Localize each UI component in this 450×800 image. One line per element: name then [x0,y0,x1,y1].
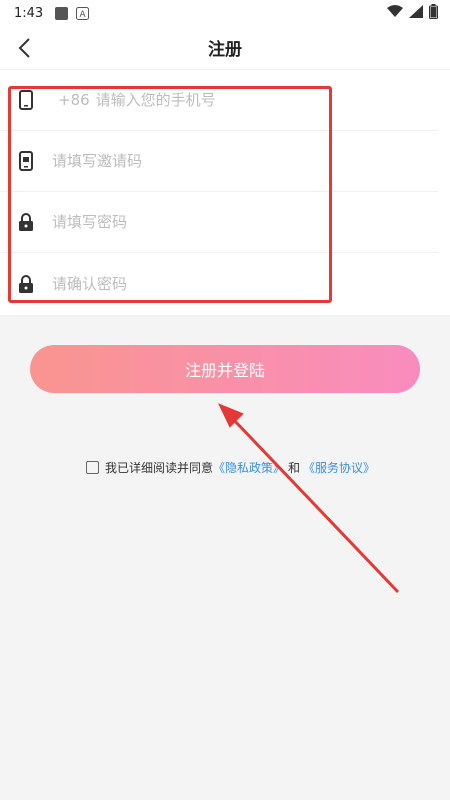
status-time: 1:43 [14,5,44,21]
agreement-row: 我已详细阅读并同意 《隐私政策》 和 《服务协议》 [86,459,375,476]
phone-input[interactable] [95,91,396,109]
confirm-password-input[interactable] [52,274,352,293]
back-button[interactable] [10,34,38,62]
register-login-button[interactable]: 注册并登陆 [30,345,420,393]
phone-row: +86 [0,70,438,131]
invite-code-icon [16,151,36,171]
notification-a-icon: A [76,6,90,20]
phone-icon [16,90,36,110]
chevron-left-icon [18,38,30,58]
wifi-icon [387,4,403,22]
agreement-and: 和 [288,461,301,475]
svg-text:A: A [80,10,87,20]
privacy-policy-link[interactable]: 《隐私政策》 [213,459,285,476]
password-row [0,192,438,253]
invite-code-row [0,131,438,192]
phone-country-code[interactable]: +86 [58,91,90,109]
agreement-text: 我已详细阅读并同意 [105,461,214,475]
service-agreement-link[interactable]: 《服务协议》 [303,459,375,476]
invite-code-input[interactable] [52,152,352,170]
status-right [387,3,438,23]
page-title: 注册 [208,40,242,60]
status-bar: 1:43 A [0,0,450,26]
lock-icon [16,212,36,232]
notification-square-icon [55,6,69,20]
lock-icon [16,274,36,294]
password-input[interactable] [52,213,352,231]
signal-icon [409,4,423,22]
agreement-checkbox[interactable] [86,461,99,474]
app-header: 注册 [0,26,450,70]
confirm-password-row [0,253,438,314]
battery-icon [429,3,438,23]
register-form: +86 [0,70,450,315]
